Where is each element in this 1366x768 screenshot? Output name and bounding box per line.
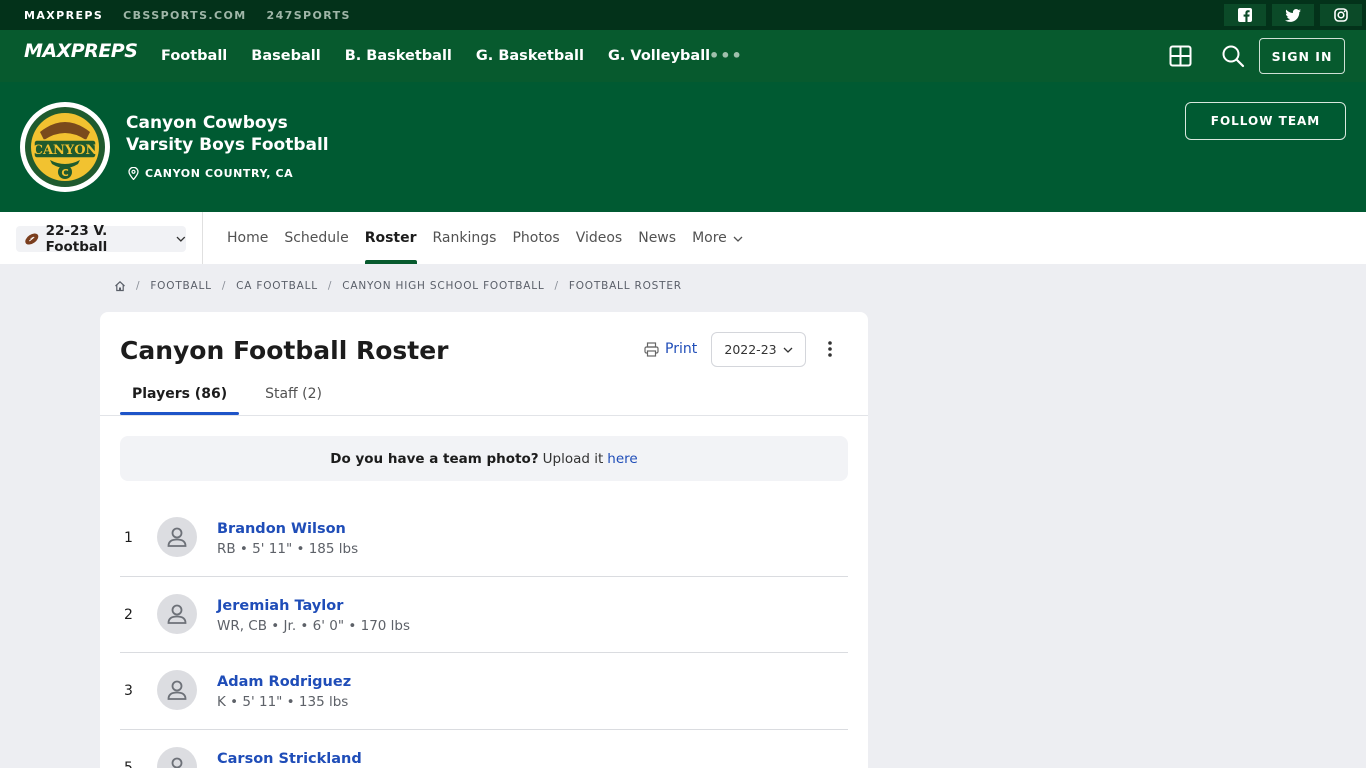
maxpreps-logo[interactable]: MAXPREPS xyxy=(24,40,138,62)
roster-card: Canyon Football Roster Print 2022-23 Pla… xyxy=(100,312,868,768)
tab-news[interactable]: News xyxy=(638,212,676,264)
player-details: RB • 5' 11" • 185 lbs xyxy=(217,541,359,557)
instagram-icon[interactable] xyxy=(1320,4,1362,26)
team-name: Canyon Cowboys Varsity Boys Football xyxy=(126,112,329,156)
team-location: CANYON COUNTRY, CA xyxy=(128,167,293,180)
network-link-maxpreps[interactable]: MAXPREPS xyxy=(24,9,103,22)
team-school-name: Canyon Cowboys xyxy=(126,113,288,133)
upload-photo-link[interactable]: here xyxy=(607,451,637,467)
player-number: 2 xyxy=(124,606,133,623)
player-row[interactable]: 3 Adam Rodriguez K • 5' 11" • 135 lbs xyxy=(120,653,848,730)
breadcrumb-school-football[interactable]: CANYON HIGH SCHOOL FOOTBALL xyxy=(342,280,544,292)
team-header: CANYON C Canyon Cowboys Varsity Boys Foo… xyxy=(0,82,1366,212)
nav-sport-boys-basketball[interactable]: B. Basketball xyxy=(345,48,452,64)
avatar xyxy=(157,746,197,768)
player-details: WR, CB • Jr. • 6' 0" • 170 lbs xyxy=(217,617,411,634)
team-photo-banner: Do you have a team photo? Upload it here xyxy=(120,436,848,481)
banner-text: Upload it xyxy=(542,450,604,467)
season-select-label: 22-23 V. Football xyxy=(45,223,108,255)
tab-more[interactable]: More xyxy=(692,212,743,264)
breadcrumb-roster: FOOTBALL ROSTER xyxy=(568,280,682,292)
breadcrumb-football[interactable]: FOOTBALL xyxy=(150,280,211,292)
tab-videos[interactable]: Videos xyxy=(576,212,623,264)
chevron-down-icon xyxy=(783,347,793,353)
year-select-value: 2022-23 xyxy=(724,342,777,357)
user-icon xyxy=(171,757,183,768)
nav-sport-girls-basketball[interactable]: G. Basketball xyxy=(476,48,584,64)
sign-in-button[interactable]: SIGN IN xyxy=(1259,38,1345,74)
network-link-247sports[interactable]: 247SPORTS xyxy=(267,9,351,22)
tab-photos[interactable]: Photos xyxy=(512,212,559,264)
year-select[interactable]: 2022-23 xyxy=(711,332,806,367)
more-sports-button[interactable]: ••• xyxy=(709,46,743,65)
print-label: Print xyxy=(665,341,698,357)
roster-tabs: Players (86) Staff (2) xyxy=(120,382,334,415)
avatar xyxy=(157,517,197,557)
banner-question: Do you have a team photo? xyxy=(330,450,539,467)
tabs-divider xyxy=(100,415,868,416)
network-link-cbssports[interactable]: CBSSPORTS.COM xyxy=(123,9,246,22)
chevron-down-icon xyxy=(176,236,186,242)
player-name-link[interactable]: Adam Rodriguez xyxy=(217,674,351,690)
team-subnav: 22-23 V. Football Home Schedule Roster R… xyxy=(0,212,1366,264)
avatar xyxy=(157,670,197,710)
more-options-icon[interactable] xyxy=(826,340,834,362)
breadcrumb-separator: / xyxy=(554,280,559,292)
team-program-name: Varsity Boys Football xyxy=(126,135,329,155)
breadcrumb-separator: / xyxy=(136,280,141,292)
home-icon[interactable] xyxy=(114,280,126,292)
team-logo[interactable]: CANYON C xyxy=(20,102,110,192)
player-name-link[interactable]: Jeremiah Taylor xyxy=(217,598,343,614)
player-details: K • 5' 11" • 135 lbs xyxy=(217,694,349,710)
tab-more-label: More xyxy=(692,230,727,246)
location-pin-icon xyxy=(128,167,139,180)
player-name-link[interactable]: Brandon Wilson xyxy=(217,521,346,537)
player-number: 5 xyxy=(124,759,133,768)
tab-rankings[interactable]: Rankings xyxy=(433,212,497,264)
main-nav: MAXPREPS Football Baseball B. Basketball… xyxy=(0,30,1366,82)
player-row[interactable]: 1 Brandon Wilson RB • 5' 11" • 185 lbs xyxy=(120,500,848,577)
breadcrumb-separator: / xyxy=(221,280,227,292)
football-icon xyxy=(25,233,39,245)
player-number: 3 xyxy=(124,683,133,699)
tab-roster[interactable]: Roster xyxy=(364,212,417,264)
grid-icon[interactable] xyxy=(1169,45,1192,71)
network-bar: MAXPREPS CBSSPORTS.COM 247SPORTS xyxy=(0,0,1366,30)
user-icon xyxy=(167,604,187,624)
facebook-icon[interactable] xyxy=(1224,4,1266,26)
svg-text:C: C xyxy=(61,168,68,179)
twitter-icon[interactable] xyxy=(1272,4,1314,26)
avatar xyxy=(157,593,197,634)
user-icon xyxy=(167,680,187,700)
tab-players[interactable]: Players (86) xyxy=(120,382,240,415)
player-number: 1 xyxy=(124,530,133,546)
page-title: Canyon Football Roster xyxy=(120,336,449,365)
nav-sport-baseball[interactable]: Baseball xyxy=(251,48,320,64)
tab-schedule[interactable]: Schedule xyxy=(284,212,348,264)
tab-staff[interactable]: Staff (2) xyxy=(253,382,334,412)
breadcrumb: / FOOTBALL / CA FOOTBALL / CANYON HIGH S… xyxy=(114,280,682,292)
printer-icon xyxy=(644,341,659,357)
player-row[interactable]: 5 Carson Strickland xyxy=(120,730,848,768)
print-button[interactable]: Print xyxy=(644,341,697,357)
tab-home[interactable]: Home xyxy=(227,212,268,264)
season-select[interactable]: 22-23 V. Football xyxy=(16,223,186,255)
player-name-link[interactable]: Carson Strickland xyxy=(217,751,362,767)
search-icon[interactable] xyxy=(1221,44,1245,72)
nav-sport-girls-volleyball[interactable]: G. Volleyball xyxy=(608,48,710,64)
player-list: 1 Brandon Wilson RB • 5' 11" • 185 lbs 2… xyxy=(120,500,848,768)
team-location-text: CANYON COUNTRY, CA xyxy=(145,167,294,180)
user-icon xyxy=(167,527,187,547)
chevron-down-icon xyxy=(733,236,743,242)
subnav-divider xyxy=(202,212,203,264)
follow-team-button[interactable]: FOLLOW TEAM xyxy=(1185,102,1346,140)
nav-sport-football[interactable]: Football xyxy=(161,48,227,64)
team-logo-text: CANYON xyxy=(33,143,98,158)
player-row[interactable]: 2 Jeremiah Taylor WR, CB • Jr. • 6' 0" •… xyxy=(120,577,848,653)
breadcrumb-separator: / xyxy=(327,280,333,292)
breadcrumb-ca-football[interactable]: CA FOOTBALL xyxy=(236,280,318,292)
